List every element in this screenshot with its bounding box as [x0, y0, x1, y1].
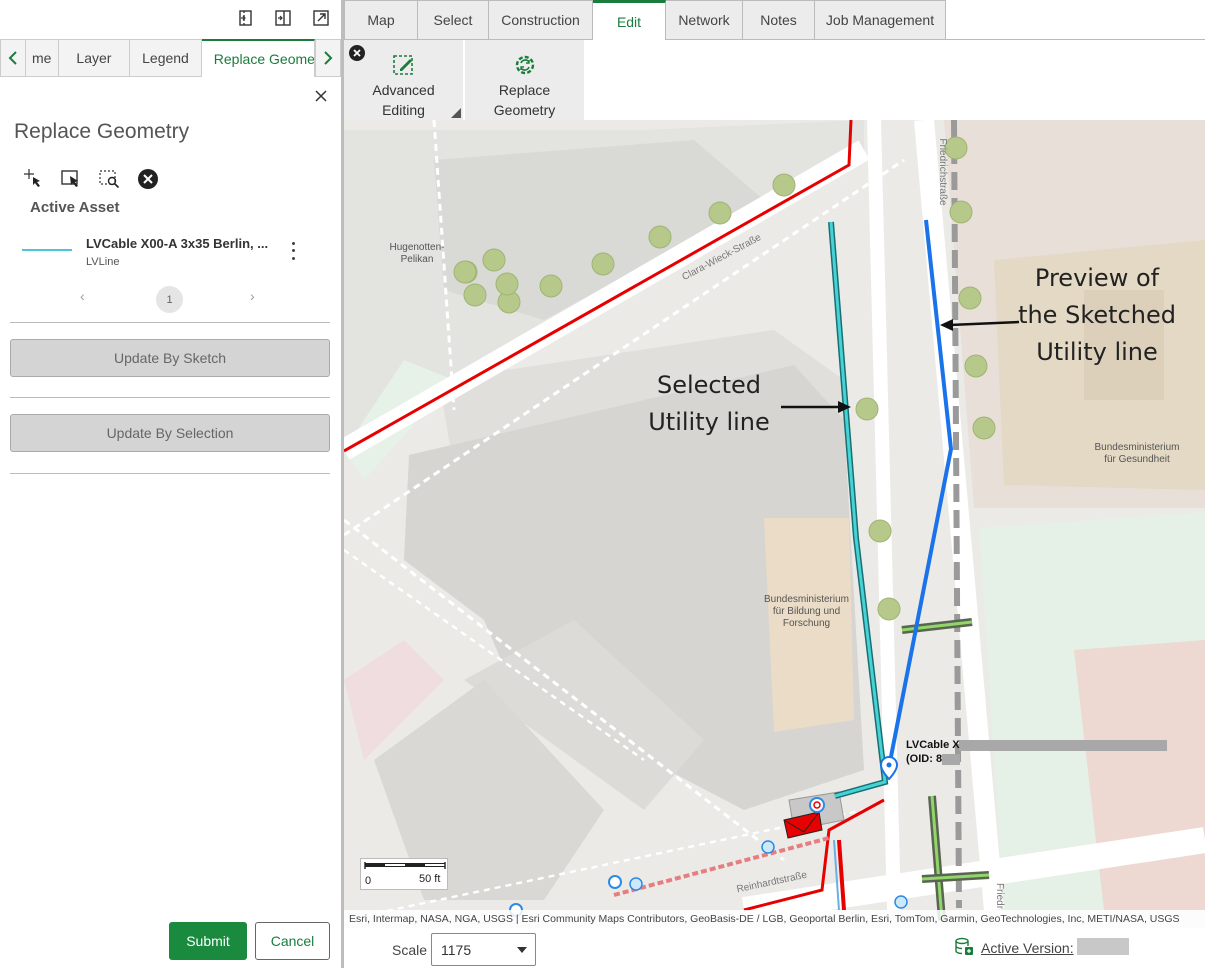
chevron-right-icon: [324, 51, 333, 65]
dock-right-icon[interactable]: [273, 8, 293, 28]
submit-button[interactable]: Submit: [169, 922, 247, 960]
tab-construction[interactable]: Construction: [489, 0, 593, 40]
callout-oid: (OID: 8: [906, 753, 943, 765]
active-version-link[interactable]: Active Version:: [981, 940, 1074, 956]
rectangle-select-icon: [61, 170, 78, 187]
pager-next-button[interactable]: ›: [250, 288, 255, 304]
close-circle-icon: [349, 45, 365, 61]
cancel-button[interactable]: Cancel: [255, 922, 330, 960]
asset-menu-button[interactable]: [286, 240, 300, 262]
scale-select[interactable]: 1175: [431, 933, 536, 966]
tab-layer[interactable]: Layer: [58, 39, 131, 77]
pager-current-page: 1: [156, 286, 183, 313]
select-query-tool[interactable]: [98, 168, 122, 190]
tab-home[interactable]: me: [25, 39, 59, 77]
active-asset-label: Active Asset: [30, 199, 120, 216]
map-view[interactable]: Hugenotten- Pelikan Clara-Wieck-Straße F…: [344, 120, 1205, 928]
clear-selection-button[interactable]: [136, 168, 160, 190]
replace-geometry-icon: [512, 52, 538, 78]
clear-circle-icon: [138, 169, 158, 189]
zoom-select-icon: [99, 170, 120, 189]
asset-name[interactable]: LVCable X00-A 3x35 Berlin, ...: [86, 236, 281, 251]
pager-prev-button[interactable]: ‹: [80, 288, 85, 304]
asset-pager: ‹ 1 ›: [70, 286, 270, 313]
crosshair-pointer-icon: [24, 169, 40, 187]
divider: [10, 322, 330, 323]
dock-left-icon[interactable]: [235, 8, 255, 28]
map-attribution[interactable]: Esri, Intermap, NASA, NGA, USGS | Esri C…: [344, 910, 1205, 928]
advanced-editing-icon: [391, 52, 417, 78]
close-icon: [315, 90, 327, 102]
status-bar: Scale 1175 Active Version:: [344, 928, 1205, 968]
selection-tools: [22, 168, 160, 190]
close-ribbon-group-button[interactable]: [349, 45, 365, 61]
tab-legend[interactable]: Legend: [130, 39, 202, 77]
popout-icon[interactable]: [311, 8, 331, 28]
scale-bar: 0 50 ft: [360, 858, 448, 890]
version-value-redacted: [1077, 938, 1129, 955]
divider: [10, 397, 330, 398]
replace-geometry-button[interactable]: Replace Geometry: [465, 40, 584, 120]
scale-label: Scale: [392, 942, 428, 958]
select-rectangle-tool[interactable]: [60, 168, 84, 190]
divider: [10, 473, 330, 474]
close-panel-button[interactable]: [313, 88, 329, 104]
asset-symbol: [22, 249, 72, 251]
tab-select[interactable]: Select: [418, 0, 489, 40]
map-label-hugenotten: Hugenotten- Pelikan: [389, 242, 445, 265]
map-label-friedrich-street: Friedrichstraße: [937, 138, 948, 206]
ribbon-tabs: Map Select Construction Edit Network Not…: [344, 0, 946, 40]
scale-bar-end: 50 ft: [419, 873, 441, 885]
update-by-selection-button[interactable]: Update By Selection: [10, 414, 330, 452]
tab-network[interactable]: Network: [666, 0, 743, 40]
caret-down-icon: [517, 947, 527, 953]
panel-window-controls: [235, 8, 331, 28]
app-window: me Layer Legend Replace Geometry Replace…: [0, 0, 1205, 968]
update-by-sketch-button[interactable]: Update By Sketch: [10, 339, 330, 377]
map-canvas: [344, 120, 1205, 928]
expand-corner-icon: [451, 108, 461, 118]
asset-type: LVLine: [86, 256, 120, 268]
ribbon-divider: [946, 39, 1205, 40]
select-point-tool[interactable]: [22, 168, 46, 190]
chevron-left-icon: [8, 51, 17, 65]
panel-tabs: me Layer Legend Replace Geometry: [0, 39, 341, 77]
map-label-bmg: Bundesministerium für Gesundheit: [1094, 442, 1180, 465]
tabs-scroll-left-button[interactable]: [0, 39, 26, 77]
tab-edit[interactable]: Edit: [593, 0, 666, 40]
callout-name: LVCable X: [906, 739, 960, 751]
annotation-preview-line: Preview of the Sketched Utility line: [1018, 264, 1176, 366]
tab-map[interactable]: Map: [344, 0, 418, 40]
scale-bar-start: 0: [365, 875, 372, 887]
ribbon: Map Select Construction Edit Network Not…: [344, 0, 1205, 120]
feature-callout: LVCable X (OID: 8: [906, 738, 960, 766]
tabs-scroll-right-button[interactable]: [315, 39, 341, 77]
left-panel: me Layer Legend Replace Geometry Replace…: [0, 0, 341, 968]
scale-value: 1175: [441, 942, 472, 958]
tab-notes[interactable]: Notes: [743, 0, 815, 40]
tab-replace-geometry[interactable]: Replace Geometry: [201, 39, 316, 77]
tab-job-management[interactable]: Job Management: [815, 0, 946, 40]
database-version-icon: [954, 937, 974, 957]
replace-geometry-label: Replace Geometry: [493, 82, 556, 118]
advanced-editing-label: Advanced Editing: [372, 82, 435, 118]
map-label-bmbf: Bundesministerium für Bildung und Forsch…: [763, 594, 850, 629]
panel-title: Replace Geometry: [14, 120, 190, 143]
annotation-selected-line: Selected Utility line: [648, 371, 770, 436]
